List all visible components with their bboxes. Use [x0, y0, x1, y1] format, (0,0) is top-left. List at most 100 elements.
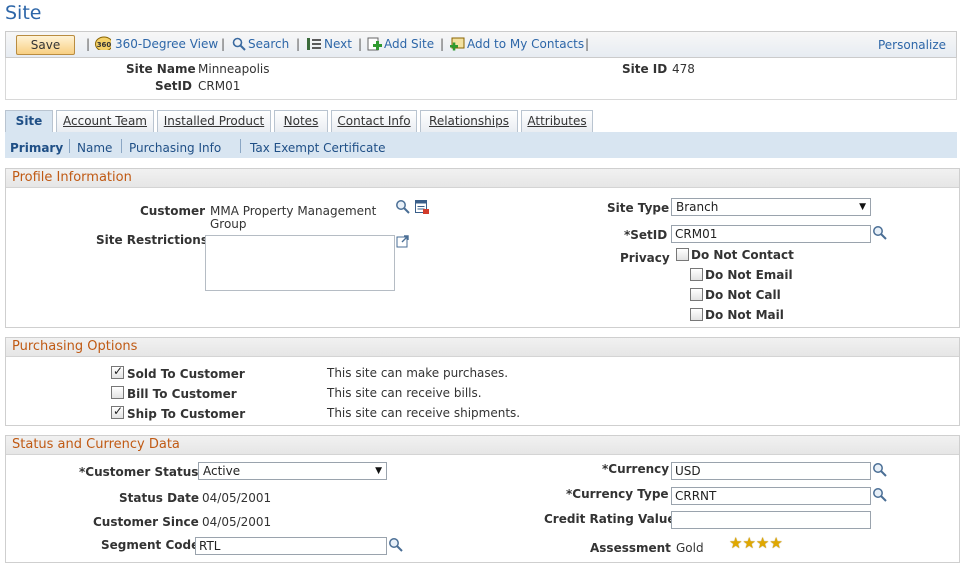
- setid-lookup-icon[interactable]: [872, 225, 887, 240]
- tab-contact-info[interactable]: Contact Info: [331, 110, 417, 132]
- segment-code-input[interactable]: [195, 537, 387, 555]
- profile-information-group: Profile Information: [5, 168, 960, 328]
- add-to-my-contacts-link[interactable]: Add to My Contacts: [467, 37, 584, 51]
- toolbar-separator: |: [296, 37, 301, 51]
- tab-notes[interactable]: Notes: [274, 110, 328, 132]
- next-link[interactable]: Next: [324, 37, 352, 51]
- toolbar-separator: |: [440, 37, 445, 51]
- ship-to-customer-description: This site can receive shipments.: [327, 406, 521, 420]
- customer-status-select[interactable]: Active ▼: [198, 462, 387, 480]
- add-site-link[interactable]: Add Site: [384, 37, 434, 51]
- site-type-label: Site Type: [607, 201, 670, 215]
- customer-since-label: Customer Since: [93, 515, 199, 529]
- setid-input[interactable]: [671, 225, 871, 243]
- sold-to-customer-checkbox[interactable]: [111, 364, 124, 379]
- assessment-value: Gold: [676, 541, 704, 555]
- site-id-value: 478: [672, 62, 695, 76]
- toolbar-separator: |: [585, 37, 590, 51]
- subnav-divider: [240, 139, 241, 153]
- add-contact-icon[interactable]: [449, 37, 465, 51]
- site-name-value: Minneapolis: [198, 62, 270, 76]
- search-icon[interactable]: [232, 37, 248, 51]
- do-not-email-checkbox[interactable]: [690, 268, 703, 281]
- do-not-contact-label: Do Not Contact: [691, 248, 794, 262]
- profile-information-title: Profile Information: [6, 169, 959, 188]
- customer-value-line1: MMA Property Management: [210, 204, 377, 218]
- customer-label: Customer: [140, 204, 206, 218]
- bill-to-customer-description: This site can receive bills.: [327, 386, 482, 400]
- tab-installed-product[interactable]: Installed Product: [157, 110, 271, 132]
- personalize-link[interactable]: Personalize: [878, 38, 946, 52]
- star-icon: ★: [755, 534, 770, 552]
- subnav-name[interactable]: Name: [77, 141, 112, 155]
- status-date-label: Status Date: [119, 491, 200, 505]
- customer-status-label: *Customer Status: [79, 465, 199, 479]
- setid-label: SetID: [155, 79, 192, 93]
- sub-navigation: Primary Name Purchasing Info Tax Exempt …: [5, 132, 957, 158]
- currency-input[interactable]: [671, 462, 871, 480]
- credit-rating-value-label: Credit Rating Value: [544, 512, 676, 526]
- currency-lookup-icon[interactable]: [872, 462, 887, 477]
- toolbar: Save | 360 360-Degree View | Search | Ne…: [5, 31, 957, 58]
- privacy-label: Privacy: [620, 251, 670, 265]
- add-site-icon[interactable]: [367, 37, 383, 51]
- do-not-call-checkbox[interactable]: [690, 288, 703, 301]
- next-icon[interactable]: [306, 37, 322, 51]
- do-not-call-label: Do Not Call: [705, 288, 781, 302]
- segment-code-label: Segment Code: [101, 538, 200, 552]
- ship-to-customer-checkbox[interactable]: [111, 404, 124, 419]
- dropdown-arrow-icon: ▼: [859, 202, 866, 212]
- customer-lookup-icon[interactable]: [395, 199, 410, 214]
- status-currency-title: Status and Currency Data: [6, 436, 959, 455]
- credit-rating-value-input[interactable]: [671, 511, 871, 529]
- assessment-label: Assessment: [590, 541, 671, 555]
- customer-status-value: Active: [203, 464, 241, 478]
- 360-icon[interactable]: 360: [95, 36, 111, 50]
- bill-to-customer-label: Bill To Customer: [127, 387, 237, 401]
- setid-required-label: *SetID: [624, 228, 668, 242]
- do-not-mail-label: Do Not Mail: [705, 308, 784, 322]
- page-title: Site: [5, 2, 42, 24]
- setid-value: CRM01: [198, 79, 241, 93]
- currency-label: *Currency: [602, 462, 670, 476]
- currency-type-input[interactable]: [671, 487, 871, 505]
- customer-detail-icon[interactable]: [414, 199, 430, 215]
- svg-text:360: 360: [97, 41, 111, 49]
- tab-account-team[interactable]: Account Team: [56, 110, 154, 132]
- purchasing-options-title: Purchasing Options: [6, 338, 959, 357]
- star-icon: ★: [769, 534, 783, 552]
- customer-value-line2: Group: [210, 217, 247, 231]
- search-link[interactable]: Search: [248, 37, 289, 51]
- status-date-value: 04/05/2001: [202, 491, 272, 505]
- toolbar-separator: |: [358, 37, 363, 51]
- subnav-divider: [121, 139, 122, 153]
- subnav-primary[interactable]: Primary: [10, 141, 63, 155]
- 360-degree-view-link[interactable]: 360-Degree View: [115, 37, 218, 51]
- currency-type-label: *Currency Type: [566, 487, 669, 501]
- tab-relationships[interactable]: Relationships: [420, 110, 518, 132]
- star-icon: ★: [729, 534, 743, 552]
- subnav-purchasing-info[interactable]: Purchasing Info: [129, 141, 221, 155]
- subnav-tax-exempt-certificate[interactable]: Tax Exempt Certificate: [250, 141, 385, 155]
- currency-type-lookup-icon[interactable]: [872, 487, 887, 502]
- site-id-label: Site ID: [622, 62, 668, 76]
- do-not-email-label: Do Not Email: [705, 268, 793, 282]
- do-not-mail-checkbox[interactable]: [690, 308, 703, 321]
- expand-icon[interactable]: [396, 235, 410, 248]
- toolbar-separator: |: [221, 37, 226, 51]
- do-not-contact-checkbox[interactable]: [676, 248, 689, 261]
- bill-to-customer-checkbox[interactable]: [111, 386, 124, 399]
- save-button[interactable]: Save: [16, 35, 75, 55]
- sold-to-customer-label: Sold To Customer: [127, 367, 245, 381]
- site-type-value: Branch: [676, 200, 719, 214]
- sold-to-customer-description: This site can make purchases.: [327, 366, 509, 380]
- segment-code-lookup-icon[interactable]: [388, 537, 403, 552]
- site-restrictions-label: Site Restrictions: [96, 233, 208, 247]
- site-type-select[interactable]: Branch ▼: [671, 198, 871, 216]
- site-name-label: Site Name: [126, 62, 196, 76]
- site-restrictions-textarea[interactable]: [205, 235, 395, 291]
- tab-site[interactable]: Site: [5, 110, 53, 133]
- subnav-divider: [69, 139, 70, 153]
- assessment-stars: ★★★★: [729, 534, 783, 552]
- tab-attributes[interactable]: Attributes: [521, 110, 593, 132]
